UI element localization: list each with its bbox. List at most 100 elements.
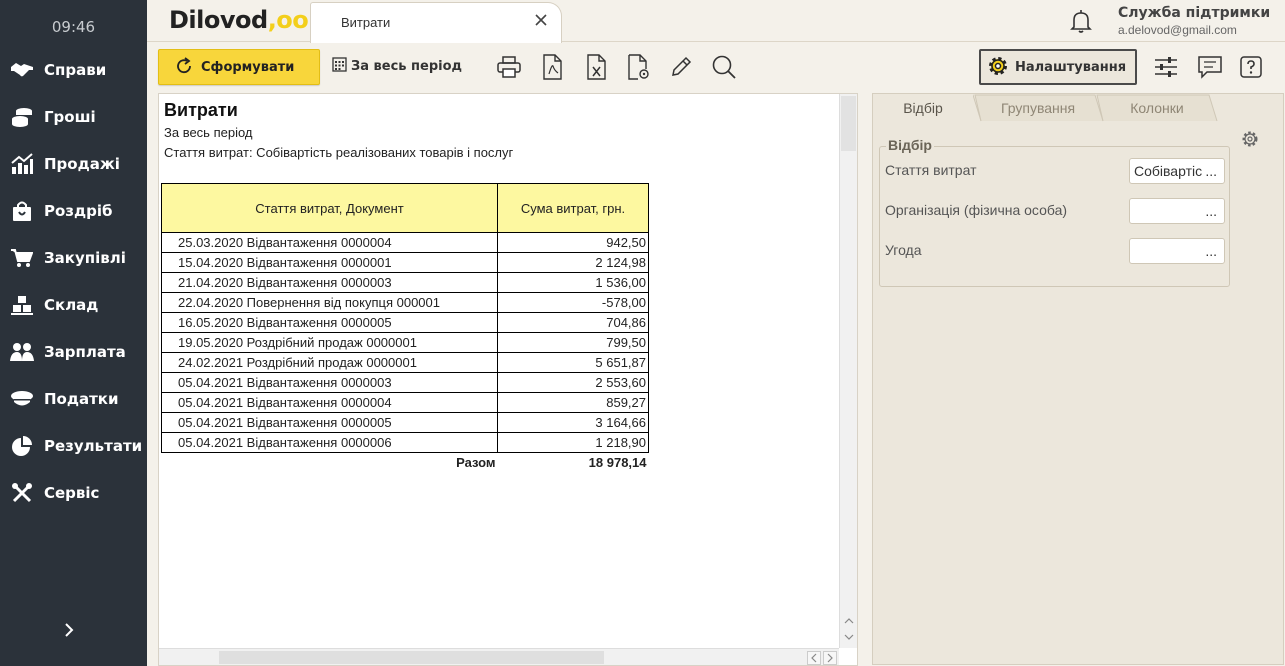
nav-item-zakupivli[interactable]: Закупівлі <box>0 238 147 278</box>
tab-grupuvannia[interactable]: Групування <box>979 94 1097 121</box>
table-row[interactable]: 24.02.2021 Роздрібний продаж 0000001 5 65… <box>161 352 649 373</box>
search-icon[interactable] <box>710 53 738 81</box>
row-document[interactable]: 22.04.2020 Повернення від покупця 000001 <box>161 292 498 313</box>
nav-item-podatky[interactable]: Податки <box>0 379 147 419</box>
nav-item-sklad[interactable]: Склад <box>0 285 147 325</box>
report-table: Стаття витрат, Документ Сума витрат, грн… <box>161 183 649 473</box>
document-settings-icon[interactable] <box>624 53 652 81</box>
row-document[interactable]: 25.03.2020 Відвантаження 0000004 <box>161 232 498 253</box>
refresh-icon <box>175 56 193 78</box>
nav-label: Гроші <box>44 108 96 126</box>
report-area: Витрати За весь період Стаття витрат: Со… <box>158 93 858 666</box>
scroll-right-icon[interactable] <box>823 651 837 665</box>
pie-chart-icon <box>10 434 34 458</box>
nav-label: Продажі <box>44 155 120 173</box>
nav-label: Склад <box>44 296 99 314</box>
table-row[interactable]: 21.04.2020 Відвантаження 0000003 1 536,00 <box>161 272 649 293</box>
table-row[interactable]: 15.04.2020 Відвантаження 0000001 2 124,98 <box>161 252 649 273</box>
scroll-down-icon[interactable] <box>842 630 856 644</box>
table-row[interactable]: 05.04.2021 Відвантаження 0000005 3 164,66 <box>161 412 649 433</box>
logo[interactable]: Dilovod,oo <box>169 6 309 34</box>
sliders-icon[interactable] <box>1152 53 1180 81</box>
row-document[interactable]: 05.04.2021 Відвантаження 0000006 <box>161 432 498 453</box>
table-row[interactable]: 19.05.2020 Роздрібний продаж 0000001 799,… <box>161 332 649 353</box>
support-email: a.delovod@gmail.com <box>1118 23 1237 37</box>
select-dots-button[interactable]: ... <box>1203 163 1217 179</box>
filter-agreement-field[interactable]: ... <box>1129 238 1225 264</box>
row-sum: 5 651,87 <box>497 352 649 373</box>
row-sum: 3 164,66 <box>497 412 649 433</box>
pdf-export-icon[interactable] <box>538 53 566 81</box>
row-sum: 859,27 <box>497 392 649 413</box>
nav-item-groshi[interactable]: Гроші <box>0 97 147 137</box>
print-icon[interactable] <box>495 53 523 81</box>
officer-cap-icon <box>10 387 34 411</box>
scroll-thumb[interactable] <box>219 651 604 664</box>
nav-label: Результати <box>44 437 143 455</box>
nav-label: Справи <box>44 61 107 79</box>
row-document[interactable]: 16.05.2020 Відвантаження 0000005 <box>161 312 498 333</box>
period-label: За весь період <box>351 58 463 74</box>
row-sum: -578,00 <box>497 292 649 313</box>
chevron-right-icon[interactable] <box>60 620 78 640</box>
close-icon[interactable] <box>533 12 549 28</box>
row-document[interactable]: 15.04.2020 Відвантаження 0000001 <box>161 252 498 273</box>
nav-label: Зарплата <box>44 343 126 361</box>
table-row[interactable]: 22.04.2020 Повернення від покупця 000001… <box>161 292 649 313</box>
support-block[interactable]: Служба підтримки a.delovod@gmail.com <box>1118 5 1270 37</box>
report-filter: Стаття витрат: Собівартість реалізованих… <box>164 145 514 160</box>
row-document[interactable]: 05.04.2021 Відвантаження 0000005 <box>161 412 498 433</box>
nav-item-rozdrib[interactable]: Роздріб <box>0 191 147 231</box>
period-button[interactable]: За весь період <box>332 57 462 75</box>
nav-item-prodazhi[interactable]: Продажі <box>0 144 147 184</box>
group-title: Відбір <box>886 137 934 153</box>
scroll-left-icon[interactable] <box>807 651 821 665</box>
table-row[interactable]: 05.04.2021 Відвантаження 0000004 859,27 <box>161 392 649 413</box>
form-report-button[interactable]: Сформувати <box>158 49 320 85</box>
filter-group: Відбір Стаття витрат Собівартіс ... Орга… <box>879 137 1230 287</box>
row-sum: 2 124,98 <box>497 252 649 273</box>
tab-vidbir[interactable]: Відбір <box>873 94 973 121</box>
table-row[interactable]: 05.04.2021 Відвантаження 0000006 1 218,90 <box>161 432 649 453</box>
row-document[interactable]: 24.02.2021 Роздрібний продаж 0000001 <box>161 352 498 373</box>
row-document[interactable]: 21.04.2020 Відвантаження 0000003 <box>161 272 498 293</box>
chat-icon[interactable] <box>1196 53 1224 81</box>
field-value: Собівартіс <box>1134 163 1203 179</box>
nav-item-rezultaty[interactable]: Результати <box>0 426 147 466</box>
cart-icon <box>10 246 34 270</box>
sidebar: 09:46 Справи Гроші Продажі Роздріб Закуп… <box>0 0 147 666</box>
vertical-scrollbar[interactable] <box>839 94 857 648</box>
clock: 09:46 <box>51 18 96 36</box>
gear-icon <box>987 55 1009 80</box>
people-icon <box>10 340 34 364</box>
tab-vytraty[interactable]: Витрати <box>310 2 562 43</box>
horizontal-scrollbar[interactable] <box>159 648 839 665</box>
table-row[interactable]: 05.04.2021 Відвантаження 0000003 2 553,60 <box>161 372 649 393</box>
row-document[interactable]: 05.04.2021 Відвантаження 0000003 <box>161 372 498 393</box>
nav-item-spravy[interactable]: Справи <box>0 50 147 90</box>
tab-kolonky[interactable]: Колонки <box>1101 94 1213 121</box>
handshake-icon <box>10 58 34 82</box>
scroll-thumb[interactable] <box>841 96 856 151</box>
edit-pencil-icon[interactable] <box>667 53 695 81</box>
total-label: Разом <box>456 455 496 471</box>
row-document[interactable]: 05.04.2021 Відвантаження 0000004 <box>161 392 498 413</box>
nav-item-servis[interactable]: Сервіс <box>0 473 147 513</box>
row-sum: 2 553,60 <box>497 372 649 393</box>
calendar-icon <box>332 57 347 75</box>
nav-label: Податки <box>44 390 119 408</box>
select-dots-button[interactable]: ... <box>1203 243 1217 259</box>
select-dots-button[interactable]: ... <box>1203 203 1217 219</box>
scroll-up-icon[interactable] <box>842 614 856 628</box>
row-document[interactable]: 19.05.2020 Роздрібний продаж 0000001 <box>161 332 498 353</box>
filter-organization-field[interactable]: ... <box>1129 198 1225 224</box>
settings-button[interactable]: Налаштування <box>979 49 1137 85</box>
filter-expense-item-field[interactable]: Собівартіс ... <box>1129 158 1225 184</box>
table-row[interactable]: 16.05.2020 Відвантаження 0000005 704,86 <box>161 312 649 333</box>
table-row[interactable]: 25.03.2020 Відвантаження 0000004 942,50 <box>161 232 649 253</box>
help-icon[interactable] <box>1237 53 1265 81</box>
bell-icon[interactable] <box>1068 8 1094 34</box>
excel-export-icon[interactable] <box>582 53 610 81</box>
gear-icon[interactable] <box>1241 130 1259 148</box>
nav-item-zarplata[interactable]: Зарплата <box>0 332 147 372</box>
